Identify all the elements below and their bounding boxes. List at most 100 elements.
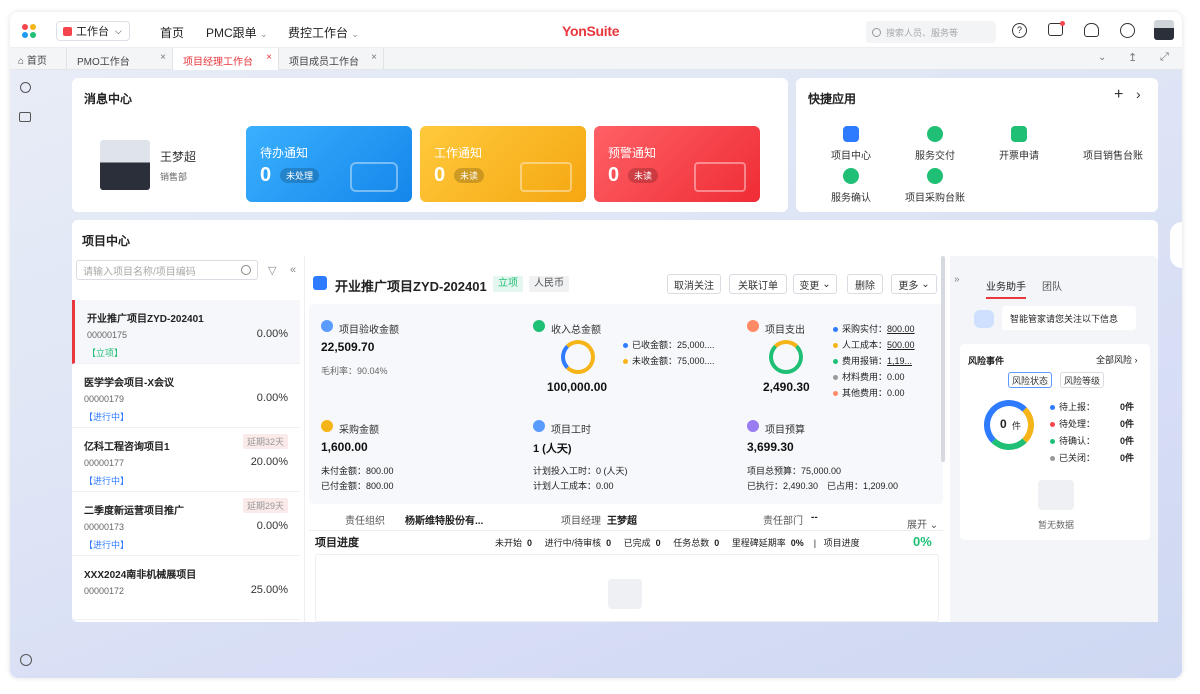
tab-project-member[interactable]: 项目成员工作台 × bbox=[278, 48, 384, 70]
global-search[interactable]: 搜索人员、服务等 bbox=[866, 21, 996, 43]
in-progress-label: 进行中/待审核 bbox=[544, 538, 602, 548]
risk-pending-report: 待上报： 0件 bbox=[1050, 400, 1146, 413]
workspace-switcher[interactable]: 工作台 ⌵ bbox=[56, 21, 130, 41]
warning-notice-title: 预警通知 bbox=[608, 146, 657, 160]
add-icon[interactable]: + bbox=[1114, 86, 1123, 104]
top-bar: 工作台 ⌵ 首页 PMC跟单 ⌄ 费控工作台 ⌄ YonSuite 搜索人员、服… bbox=[10, 12, 1182, 48]
task-total-label: 任务总数 bbox=[673, 538, 710, 548]
avatar[interactable] bbox=[1154, 20, 1174, 40]
settings-icon[interactable] bbox=[20, 654, 32, 666]
close-icon[interactable]: × bbox=[160, 52, 166, 63]
project-percent: 0.00% bbox=[256, 520, 288, 532]
expense-labor-value[interactable]: 500.00 bbox=[887, 340, 915, 350]
quick-app-service-delivery[interactable]: 服务交付 bbox=[900, 126, 970, 162]
expand-panel-icon[interactable]: » bbox=[954, 274, 960, 285]
folder-icon[interactable] bbox=[19, 112, 31, 122]
tab-project-manager[interactable]: 项目经理工作台 × bbox=[172, 48, 278, 70]
upload-icon[interactable]: ↥ bbox=[1128, 51, 1137, 64]
project-name: 亿科工程咨询项目1 bbox=[84, 442, 170, 453]
progress-title: 项目进度 bbox=[315, 537, 359, 549]
expense-purchase-value[interactable]: 800.00 bbox=[887, 324, 915, 334]
close-icon[interactable]: × bbox=[266, 52, 272, 63]
tab-team[interactable]: 团队 bbox=[1042, 278, 1062, 293]
legend-dot bbox=[833, 359, 838, 365]
project-list-item[interactable]: 延期29天 二季度新运营项目推广 00000173 0.00% 【进行中】 bbox=[72, 492, 300, 556]
purchase-unpaid: 未付金额：800.00 bbox=[321, 466, 394, 476]
risk-level-tab[interactable]: 风险等级 bbox=[1060, 372, 1104, 388]
quick-app-project-center[interactable]: 项目中心 bbox=[816, 126, 886, 162]
nav-pmc[interactable]: PMC跟单 ⌄ bbox=[206, 24, 268, 41]
filter-icon[interactable]: ▽ bbox=[268, 264, 276, 277]
headset-icon[interactable] bbox=[1084, 23, 1099, 37]
project-code: 00000175 bbox=[87, 330, 128, 340]
close-icon[interactable]: × bbox=[371, 52, 377, 63]
project-list-item[interactable]: 开业推广项目ZYD-202401 00000175 0.00% 【立项】 bbox=[72, 300, 300, 364]
grid-icon bbox=[843, 126, 859, 142]
home-icon: ⌂ bbox=[18, 56, 25, 67]
risk-center-count: 0 bbox=[1000, 417, 1007, 431]
side-handle[interactable] bbox=[1170, 222, 1182, 268]
warning-notice-card[interactable]: 预警通知 0 未读 bbox=[594, 126, 760, 202]
legend-dot bbox=[833, 375, 838, 381]
change-button[interactable]: 变更 ⌄ bbox=[793, 274, 837, 294]
progress-chart-area bbox=[315, 554, 939, 622]
project-search-box[interactable]: 请输入项目名称/项目编码 bbox=[76, 260, 258, 280]
workspace-icon bbox=[63, 26, 72, 36]
quick-app-purchase-ledger[interactable]: 项目采购台账 bbox=[900, 168, 970, 204]
purchase-label: 采购金额 bbox=[339, 425, 379, 436]
chevron-down-icon[interactable]: ⌄ bbox=[1098, 52, 1106, 63]
quick-app-invoice[interactable]: 开票申请 bbox=[984, 126, 1054, 162]
tab-home[interactable]: ⌂ 首页 bbox=[18, 52, 47, 67]
collapse-icon[interactable]: « bbox=[290, 264, 296, 276]
project-list-item[interactable]: 延期32天 亿科工程咨询项目1 00000177 20.00% 【进行中】 bbox=[72, 428, 300, 492]
dept-value: -- bbox=[811, 512, 818, 523]
delete-button[interactable]: 删除 bbox=[847, 274, 883, 294]
all-risks-link[interactable]: 全部风险 › bbox=[1096, 353, 1138, 366]
income-received-text: 已收金额：25,000.... bbox=[632, 340, 715, 350]
tab-business-assistant[interactable]: 业务助手 bbox=[986, 278, 1026, 299]
project-list-item[interactable]: XXX2024南非机械展项目 00000172 25.00% bbox=[72, 556, 300, 620]
budget-label: 项目预算 bbox=[765, 425, 805, 436]
work-notice-title: 工作通知 bbox=[434, 146, 483, 160]
expense-reimburse-value[interactable]: 1,19... bbox=[887, 356, 912, 366]
quick-app-service-confirm[interactable]: 服务确认 bbox=[816, 168, 886, 204]
help-icon[interactable]: ? bbox=[1012, 23, 1027, 38]
metrics-grid: 项目验收金额 22,509.70 毛利率：90.04% 收入总金额 100,00… bbox=[309, 304, 943, 504]
app-window: 工作台 ⌵ 首页 PMC跟单 ⌄ 费控工作台 ⌄ YonSuite 搜索人员、服… bbox=[10, 12, 1182, 678]
project-name: 二季度新运营项目推广 bbox=[84, 506, 184, 517]
done-count: 0 bbox=[655, 538, 661, 548]
income-label: 收入总金额 bbox=[551, 325, 601, 336]
detail-scrollbar[interactable] bbox=[941, 256, 945, 462]
todo-notice-card[interactable]: 待办通知 0 未处理 bbox=[246, 126, 412, 202]
risk-label: 已关闭： bbox=[1059, 453, 1096, 463]
fullscreen-icon[interactable]: ⤢ bbox=[1160, 51, 1169, 64]
project-status: 【立项】 bbox=[87, 348, 124, 358]
tab-bar: ⌂ 首页 PMO工作台 × 项目经理工作台 × 项目成员工作台 × ⌄ ↥ ⤢ bbox=[10, 48, 1182, 70]
search-icon[interactable] bbox=[20, 82, 31, 93]
total-budget: 项目总预算：75,000.00 bbox=[747, 466, 842, 476]
unfollow-button[interactable]: 取消关注 bbox=[667, 274, 721, 294]
work-notice-card[interactable]: 工作通知 0 未读 bbox=[420, 126, 586, 202]
user-name: 王梦超 bbox=[160, 150, 197, 164]
project-list-item[interactable]: 医学学会项目-X会议 00000179 0.00% 【进行中】 bbox=[72, 364, 300, 428]
nav-home[interactable]: 首页 bbox=[160, 24, 184, 41]
link-order-button[interactable]: 关联订单 bbox=[729, 274, 787, 294]
project-percent: 25.00% bbox=[250, 584, 288, 596]
risk-status-tab[interactable]: 风险状态 bbox=[1008, 372, 1052, 388]
empty-state-text: 暂无数据 bbox=[1038, 520, 1075, 530]
expand-toggle[interactable]: 展开 ⌄ bbox=[907, 516, 938, 531]
project-name: 开业推广项目ZYD-202401 bbox=[87, 314, 204, 325]
chevron-right-icon[interactable]: › bbox=[1136, 86, 1141, 102]
dept-label: 责任部门 bbox=[763, 516, 803, 527]
expense-material-value: 0.00 bbox=[887, 372, 905, 382]
nav-expense[interactable]: 费控工作台 ⌄ bbox=[288, 24, 359, 41]
risk-pending-handle: 待处理： 0件 bbox=[1050, 417, 1146, 430]
expense-purchase-label: 采购实付： bbox=[842, 324, 888, 334]
app-grid-icon[interactable] bbox=[22, 24, 36, 38]
assistant-message: 智能管家请您关注以下信息 bbox=[1002, 306, 1136, 330]
quick-app-sales-ledger[interactable]: 项目销售台账 bbox=[1068, 126, 1158, 162]
compass-icon[interactable] bbox=[1120, 23, 1135, 38]
project-center-card: 项目中心 请输入项目名称/项目编码 ▽ « 开业推广项目ZYD-202401 0… bbox=[72, 220, 1158, 622]
tab-pmo[interactable]: PMO工作台 × bbox=[66, 48, 172, 70]
more-button[interactable]: 更多 ⌄ bbox=[891, 274, 937, 294]
